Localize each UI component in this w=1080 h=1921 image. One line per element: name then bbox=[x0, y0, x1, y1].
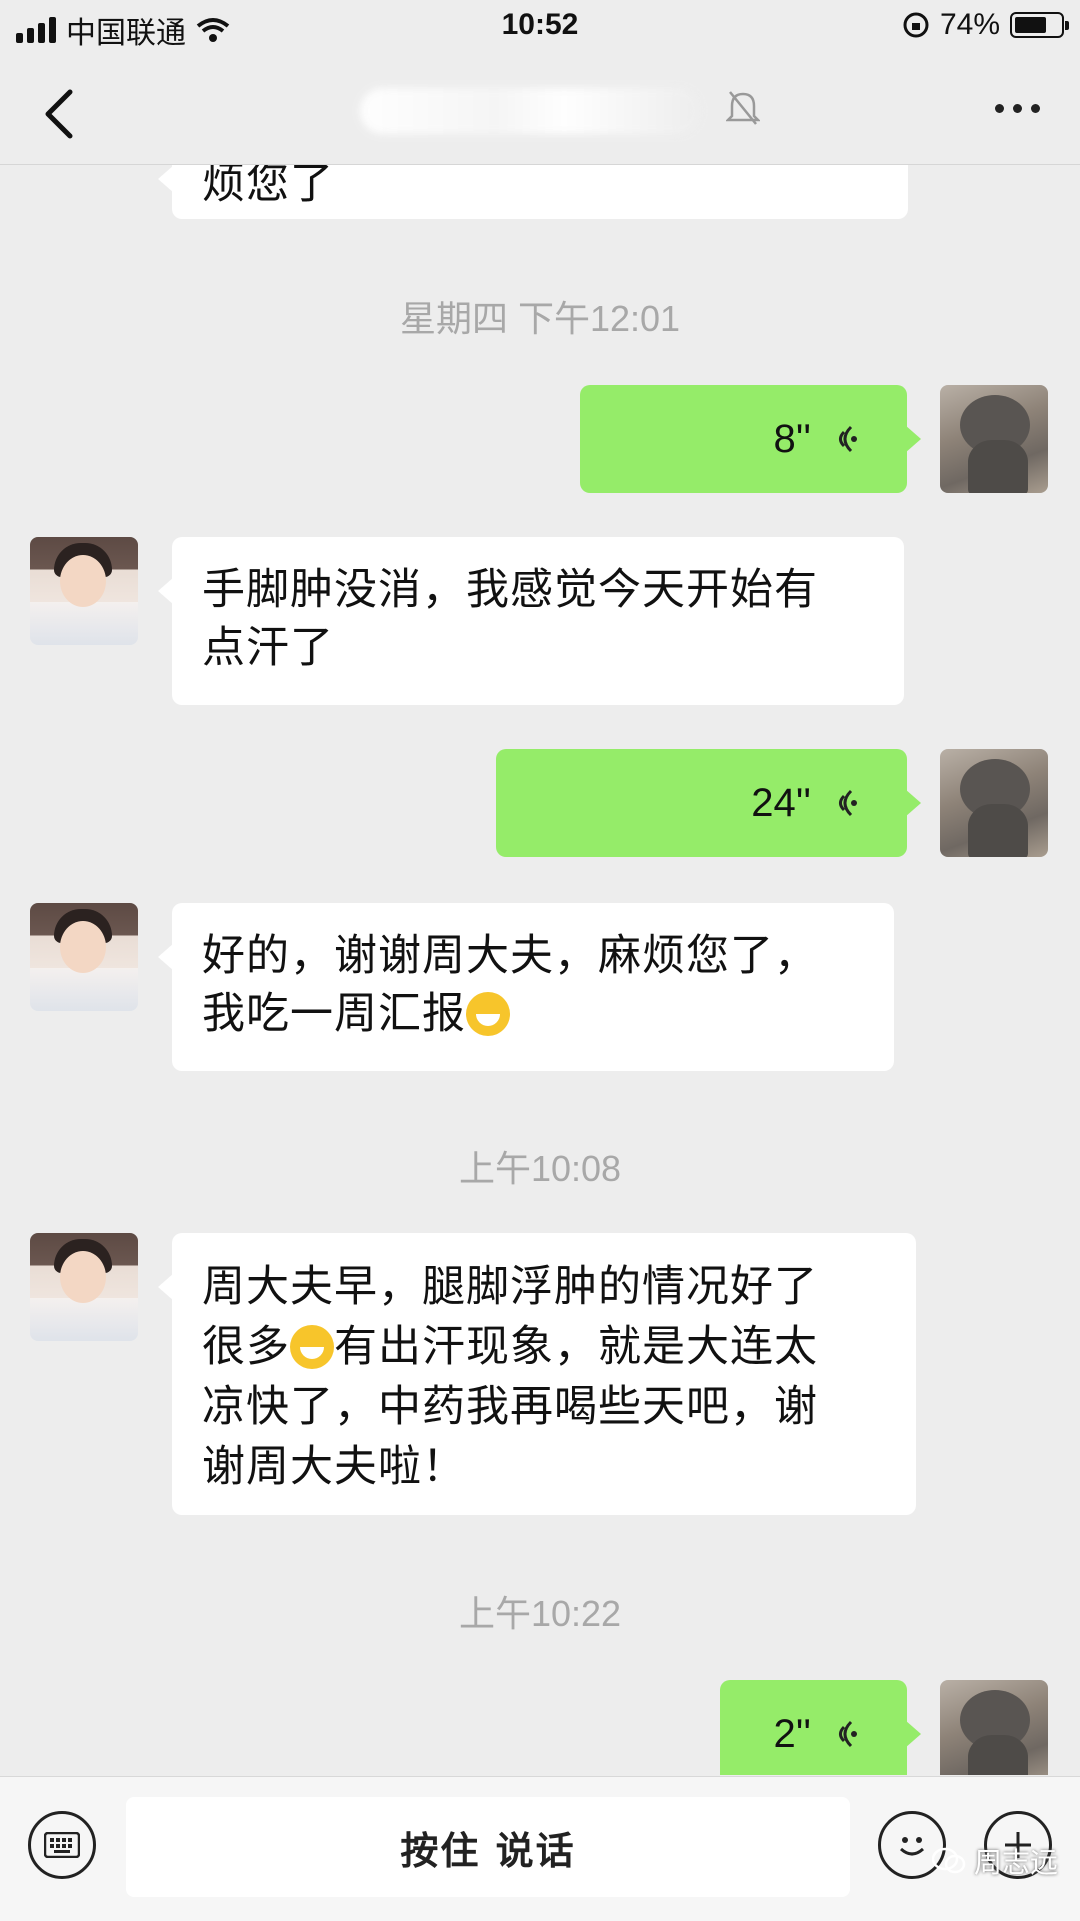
voice-message[interactable]: 8'' bbox=[580, 385, 921, 493]
voice-message[interactable]: 2'' bbox=[720, 1680, 921, 1775]
chat-area[interactable]: 烦您了 星期四 下午12:01 8'' 手脚肿没消，我感觉今天开始有 点汗了 2… bbox=[0, 165, 1080, 1775]
voice-wave-icon bbox=[839, 425, 857, 453]
redacted-title bbox=[360, 88, 700, 134]
message-text: 烦您了 bbox=[202, 165, 334, 209]
nav-bar bbox=[0, 58, 1080, 165]
avatar-contact[interactable] bbox=[30, 903, 138, 1011]
grin-emoji-icon bbox=[290, 1325, 334, 1369]
avatar-self[interactable] bbox=[940, 385, 1048, 493]
message-line-text: 我吃一周汇报 bbox=[202, 989, 466, 1039]
status-right: 74% bbox=[902, 8, 1069, 42]
more-icon[interactable] bbox=[995, 104, 1040, 113]
battery-icon bbox=[1010, 12, 1069, 38]
message-bubble[interactable]: 好的，谢谢周大夫，麻烦您了， 我吃一周汇报 bbox=[158, 903, 894, 1071]
message-line: 我吃一周汇报 bbox=[202, 985, 864, 1043]
message-text: 好的，谢谢周大夫，麻烦您了， 我吃一周汇报 bbox=[172, 903, 894, 1067]
voice-message[interactable]: 24'' bbox=[496, 749, 921, 857]
smiley-icon bbox=[899, 1837, 925, 1856]
keyboard-icon bbox=[44, 1832, 80, 1858]
status-bar: 中国联通 10:52 74% bbox=[0, 0, 1080, 58]
grin-emoji-icon bbox=[466, 992, 510, 1036]
message-line: 很多 有出汗现象，就是大连太 bbox=[202, 1317, 886, 1377]
timestamp: 星期四 下午12:01 bbox=[399, 298, 681, 339]
message-bubble[interactable]: 周大夫早，腿脚浮肿的情况好了 很多 有出汗现象，就是大连太 凉快了，中药我再喝些天… bbox=[158, 1233, 916, 1515]
message-line: 周大夫早，腿脚浮肿的情况好了 bbox=[202, 1262, 818, 1312]
voice-duration: 2'' bbox=[773, 1711, 811, 1756]
voice-wave-icon bbox=[839, 1720, 857, 1748]
message-line-text: 很多 bbox=[202, 1322, 290, 1372]
watermark: 周志远 bbox=[931, 1841, 1058, 1881]
message-line: 好的，谢谢周大夫，麻烦您了， bbox=[202, 931, 818, 981]
timestamp: 上午10:08 bbox=[458, 1148, 622, 1189]
avatar-contact[interactable] bbox=[30, 537, 138, 645]
message-bubble[interactable]: 手脚肿没消，我感觉今天开始有 点汗了 bbox=[158, 537, 904, 705]
message-text: 周大夫早，腿脚浮肿的情况好了 很多 有出汗现象，就是大连太 凉快了，中药我再喝些天… bbox=[172, 1233, 916, 1521]
timestamp: 上午10:22 bbox=[458, 1593, 622, 1634]
battery-percent: 74% bbox=[939, 8, 1000, 41]
message-line: 点汗了 bbox=[202, 623, 334, 673]
chat-title bbox=[360, 78, 720, 148]
bell-mute-icon bbox=[726, 91, 760, 125]
battery-fill bbox=[1015, 17, 1046, 33]
voice-wave-icon bbox=[839, 789, 857, 817]
avatar-self[interactable] bbox=[940, 1680, 1048, 1775]
avatar-contact[interactable] bbox=[30, 1233, 138, 1341]
back-icon[interactable] bbox=[36, 84, 86, 144]
wechat-logo-icon bbox=[931, 1847, 966, 1874]
voice-duration: 8'' bbox=[773, 416, 811, 461]
message-line: 手脚肿没消，我感觉今天开始有 bbox=[202, 565, 818, 615]
hold-to-talk-button[interactable]: 按住 说话 bbox=[126, 1797, 850, 1897]
message-line-text: 有出汗现象，就是大连太 bbox=[334, 1322, 818, 1372]
message-text: 手脚肿没消，我感觉今天开始有 点汗了 bbox=[172, 537, 904, 701]
avatar-self[interactable] bbox=[940, 749, 1048, 857]
keyboard-button[interactable] bbox=[28, 1811, 96, 1879]
input-bar: 按住 说话 周志远 bbox=[0, 1776, 1080, 1921]
voice-duration: 24'' bbox=[751, 780, 811, 825]
message-line: 凉快了，中药我再喝些天吧，谢 bbox=[202, 1382, 818, 1432]
orientation-lock-icon bbox=[903, 12, 929, 38]
message-bubble-partial: 烦您了 bbox=[158, 165, 908, 219]
watermark-text: 周志远 bbox=[973, 1846, 1058, 1879]
message-line: 谢周大夫啦！ bbox=[202, 1442, 466, 1492]
